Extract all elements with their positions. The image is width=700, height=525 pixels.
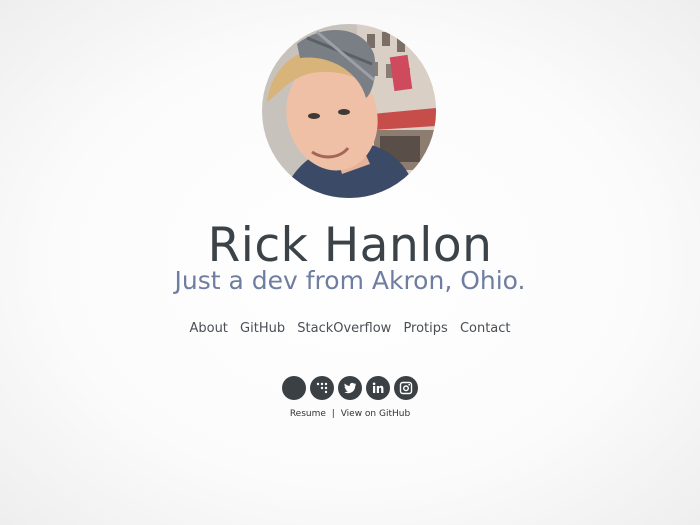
social-icons xyxy=(0,376,700,400)
github-icon[interactable] xyxy=(282,376,306,400)
view-on-github-link[interactable]: View on GitHub xyxy=(341,409,410,419)
link-separator: | xyxy=(331,409,335,419)
page-background: Rick Hanlon Just a dev from Akron, Ohio.… xyxy=(0,0,700,525)
profile-name: Rick Hanlon xyxy=(207,218,493,273)
resume-link[interactable]: Resume xyxy=(290,409,326,419)
nav-github-link[interactable]: GitHub xyxy=(240,321,285,336)
profile-tagline: Just a dev from Akron, Ohio. xyxy=(174,266,526,295)
nav-contact-link[interactable]: Contact xyxy=(460,321,511,336)
nav-protips-link[interactable]: Protips xyxy=(403,321,447,336)
profile-photo xyxy=(262,24,436,198)
footer-links: Resume | View on GitHub xyxy=(0,409,700,419)
main-nav: About GitHub StackOverflow Protips Conta… xyxy=(0,321,700,336)
nav-stackoverflow-link[interactable]: StackOverflow xyxy=(297,321,391,336)
linkedin-icon[interactable] xyxy=(366,376,390,400)
twitter-icon[interactable] xyxy=(338,376,362,400)
nav-about-link[interactable]: About xyxy=(189,321,227,336)
coderwall-icon[interactable] xyxy=(310,376,334,400)
instagram-icon[interactable] xyxy=(394,376,418,400)
